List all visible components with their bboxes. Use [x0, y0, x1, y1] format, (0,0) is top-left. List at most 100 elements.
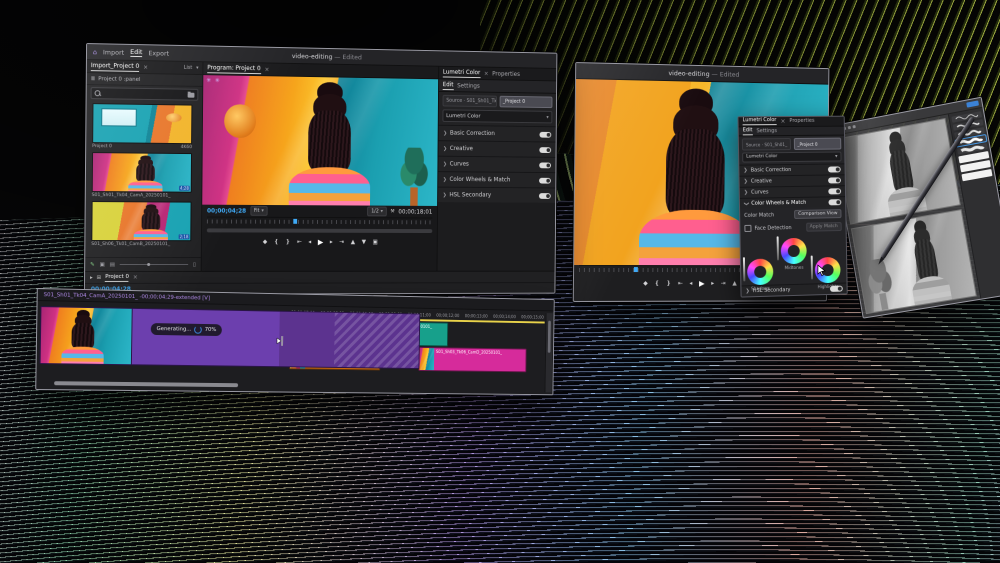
wrench-icon[interactable]: ⚒ — [390, 209, 394, 215]
toggle-switch[interactable] — [539, 193, 551, 199]
lift-icon[interactable]: ▲ — [351, 238, 355, 245]
tool-icon[interactable] — [852, 125, 855, 128]
subtab-settings[interactable]: Settings — [457, 82, 480, 89]
highlights-slider[interactable] — [811, 256, 813, 280]
section-color-wheels[interactable]: ❯ Color Wheels & Match — [438, 171, 555, 187]
trash-icon[interactable]: ▯ — [193, 262, 196, 268]
target-project-button[interactable]: _Project 0 — [499, 96, 552, 108]
close-icon[interactable]: × — [133, 274, 138, 281]
storyboard-frame-2[interactable] — [851, 209, 977, 314]
chevron-down-icon[interactable]: ▾ — [546, 114, 548, 120]
midtones-wheel[interactable] — [781, 238, 807, 265]
play-icon[interactable]: ▶ — [318, 237, 324, 246]
go-to-out-icon[interactable]: ⇥ — [721, 279, 726, 286]
view-icon[interactable]: ▤ — [110, 262, 115, 268]
new-bin-icon[interactable]: ▣ — [100, 262, 105, 268]
premiere-home-icon[interactable]: ⌂ — [93, 48, 97, 56]
toggle-switch[interactable] — [828, 188, 841, 194]
close-icon[interactable]: × — [264, 66, 269, 73]
marker-icon[interactable]: ◆ — [263, 238, 267, 245]
chevron-down-icon[interactable]: ▾ — [835, 153, 838, 159]
subtab-settings[interactable]: Settings — [756, 128, 777, 134]
toggle-switch[interactable] — [828, 200, 841, 206]
pen-tool-icon[interactable]: ✎ — [90, 262, 95, 268]
tab-lumetri-color[interactable]: Lumetri Color — [742, 117, 776, 125]
toggle-switch[interactable] — [539, 131, 551, 137]
extract-icon[interactable]: ▼ — [362, 238, 366, 245]
tab-properties[interactable]: Properties — [789, 118, 814, 124]
go-to-in-icon[interactable]: ⇤ — [297, 238, 302, 245]
target-project-button[interactable]: _Project 0 — [793, 138, 841, 150]
resolution-dropdown[interactable]: 1/2▾ — [367, 207, 386, 217]
toggle-switch[interactable] — [828, 166, 841, 172]
bin-item-name: Project 0 — [92, 144, 112, 149]
play-icon[interactable]: ▶ — [699, 278, 705, 287]
export-frame-icon[interactable]: ▣ — [373, 238, 378, 245]
source-clip-button[interactable]: Source · S01_Sh01_Tk04_ — [443, 95, 497, 107]
in-point-icon[interactable]: ❴ — [274, 238, 279, 245]
tab-import-project[interactable]: Import_Project 0 — [91, 62, 139, 72]
step-forward-icon[interactable]: ▸ — [330, 238, 333, 245]
shadows-slider[interactable] — [743, 258, 745, 282]
view-mode-label[interactable]: List — [184, 65, 193, 71]
comparison-view-button[interactable]: Comparison View — [794, 210, 841, 220]
step-forward-icon[interactable]: ▸ — [711, 279, 714, 286]
generative-extend-clip[interactable] — [40, 306, 421, 369]
selection-tool-icon[interactable]: ▸ — [90, 274, 93, 280]
go-to-out-icon[interactable]: ⇥ — [339, 238, 344, 245]
toggle-switch[interactable] — [539, 147, 551, 153]
tool-icon[interactable] — [848, 126, 851, 129]
section-basic-correction[interactable]: ❯ Basic Correction — [439, 125, 556, 142]
close-icon[interactable]: × — [143, 64, 148, 71]
in-point-icon[interactable]: ❴ — [655, 279, 660, 286]
thumbnail-zoom-slider[interactable] — [120, 264, 188, 265]
face-detection-checkbox[interactable] — [744, 225, 751, 232]
out-point-icon[interactable]: ❵ — [666, 279, 671, 286]
shadows-wheel[interactable] — [747, 259, 773, 286]
tab-lumetri-color[interactable]: Lumetri Color — [443, 68, 481, 77]
folder-icon[interactable] — [188, 92, 195, 97]
apply-match-button[interactable]: Apply Match — [806, 223, 842, 233]
close-icon[interactable]: × — [484, 70, 489, 77]
menu-import[interactable]: Import — [103, 48, 124, 56]
subtab-edit[interactable]: Edit — [743, 127, 753, 135]
timeline-hscrollbar[interactable] — [54, 381, 238, 387]
tab-properties[interactable]: Properties — [492, 70, 520, 77]
chevron-right-icon: ❯ — [443, 130, 447, 136]
track-tool-icon[interactable]: ⊞ — [97, 274, 102, 280]
close-icon[interactable]: × — [780, 118, 785, 125]
subtab-edit[interactable]: Edit — [443, 81, 454, 90]
tab-program[interactable]: Program: Project 0 — [207, 64, 261, 74]
step-back-icon[interactable]: ◂ — [689, 279, 692, 286]
menu-edit[interactable]: Edit — [130, 48, 142, 57]
bin-item-sequence[interactable]: Project 04K60 — [92, 103, 192, 150]
source-clip-button[interactable]: Source · S01_Sh01_ — [742, 138, 791, 150]
lift-icon[interactable]: ▲ — [732, 279, 736, 286]
toggle-switch[interactable] — [828, 177, 841, 183]
timeline-vscrollbar[interactable] — [545, 313, 553, 392]
toggle-switch[interactable] — [539, 162, 551, 168]
menu-export[interactable]: Export — [148, 49, 169, 57]
step-back-icon[interactable]: ◂ — [308, 238, 311, 245]
toggle-switch[interactable] — [539, 177, 551, 183]
primary-action-button[interactable] — [966, 100, 979, 107]
toggle-switch[interactable] — [830, 285, 843, 291]
section-curves[interactable]: ❯ Curves — [438, 156, 555, 173]
section-hsl-secondary[interactable]: ❯ HSL Secondary — [438, 187, 555, 203]
midtones-slider[interactable] — [777, 237, 779, 261]
fit-dropdown[interactable]: Fit▾ — [250, 206, 268, 216]
bin-item-clip-a[interactable]: 4;28 S01_Sh01_Tk04_CamA_20250101_ — [92, 152, 192, 199]
chevron-down-icon[interactable]: ▾ — [196, 65, 198, 71]
timeline-clip-camd[interactable]: S01_Sh03_Tk06_CamD_20250101_ — [418, 347, 526, 372]
search-input[interactable] — [91, 87, 199, 101]
monitor-scrubber[interactable] — [207, 217, 432, 229]
tab-timeline-project[interactable]: Project 0 — [105, 273, 129, 281]
marker-icon[interactable]: ◆ — [643, 279, 648, 286]
monitor-scrollbar[interactable] — [207, 228, 432, 233]
bin-item-clip-b[interactable]: 2;18 S01_Sh06_Tk01_CamB_20250101_ — [91, 201, 191, 247]
go-to-in-icon[interactable]: ⇤ — [678, 279, 683, 286]
storyboard-frame-1[interactable] — [835, 118, 961, 225]
section-label: Color Wheels & Match — [751, 200, 806, 207]
out-point-icon[interactable]: ❵ — [285, 238, 290, 245]
section-creative[interactable]: ❯ Creative — [438, 140, 555, 157]
